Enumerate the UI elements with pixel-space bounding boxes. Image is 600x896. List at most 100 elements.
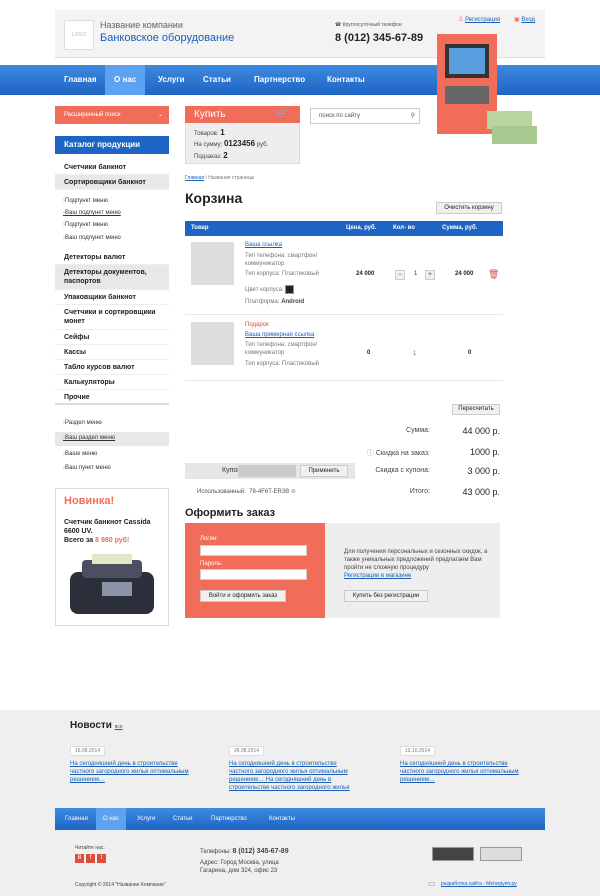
- recalculate-button[interactable]: Пересчитать: [452, 404, 500, 415]
- counter-badge[interactable]: [480, 847, 522, 861]
- submenu-item[interactable]: Ваш подпункт меню: [63, 210, 121, 216]
- catalog-item[interactable]: Табло курсов валют: [55, 360, 169, 375]
- catalog-item[interactable]: Детекторы документов, паспортов: [55, 265, 169, 290]
- side-menu-item[interactable]: Ваш раздел меню: [63, 435, 115, 441]
- order-discount-label: ⓘ Скидка на заказ:: [366, 450, 430, 457]
- search-icon[interactable]: ⚲: [411, 109, 415, 123]
- buy-button[interactable]: Купить 🛒: [185, 106, 300, 123]
- col-sum: Сумма, руб.: [442, 225, 478, 231]
- search-input[interactable]: поиск по сайту ⚲: [310, 108, 420, 124]
- product-body-type: Тип корпуса: Пластиковый: [245, 361, 320, 367]
- lock-icon: ▣: [514, 17, 520, 23]
- counter-badge[interactable]: [432, 847, 474, 861]
- logo[interactable]: LOGO: [64, 20, 94, 50]
- news-date: 16.08.2014: [70, 746, 106, 756]
- col-product: Товар: [191, 225, 209, 231]
- nav-articles[interactable]: Статьи: [194, 65, 240, 95]
- site-title: Банковское оборудование: [100, 32, 235, 44]
- login-label: Логин:: [200, 536, 218, 542]
- catalog-item[interactable]: Сейфы: [55, 330, 169, 345]
- breadcrumb-home[interactable]: Главная: [185, 175, 204, 181]
- side-menu-item[interactable]: Ваше меню: [63, 451, 97, 457]
- monitor-icon: ▭: [428, 879, 436, 888]
- login-link[interactable]: ▣ Вход: [514, 16, 535, 23]
- submenu-item[interactable]: Подпункт меню: [63, 222, 108, 228]
- nav-about[interactable]: О нас: [105, 65, 146, 95]
- nav-partnership[interactable]: Партнерство: [245, 65, 314, 95]
- total-sum-label: Сумма:: [406, 427, 430, 434]
- registration-link[interactable]: Регистрации в магазине: [344, 573, 411, 579]
- news-link[interactable]: На сегодняшний день в строительстве част…: [400, 760, 530, 784]
- cart-goods: Товаров: 1: [194, 128, 225, 137]
- catalog-item[interactable]: Прочие: [55, 390, 169, 405]
- read-us-label: Читайте нас:: [75, 845, 105, 851]
- login-input[interactable]: [200, 545, 307, 556]
- login-checkout-button[interactable]: Войти и оформить заказ: [200, 590, 286, 602]
- qty-decrease-button[interactable]: −: [395, 270, 405, 280]
- footer-nav-articles[interactable]: Статьи: [166, 808, 199, 830]
- submenu-item[interactable]: Ваш подпункт меню: [63, 235, 121, 241]
- side-menu-item[interactable]: Раздел меню: [63, 420, 102, 426]
- footer-nav-services[interactable]: Услуги: [130, 808, 162, 830]
- cart-sum: На сумму: 0123456 руб.: [194, 139, 269, 148]
- total-sum-value: 44 000 р.: [462, 426, 500, 436]
- banknote-counter-image: [70, 554, 154, 614]
- nav-home[interactable]: Главная: [55, 65, 106, 95]
- nav-contacts[interactable]: Контакты: [318, 65, 374, 95]
- register-link[interactable]: ♙ Регистрация: [458, 16, 500, 23]
- catalog-item[interactable]: Калькуляторы: [55, 375, 169, 390]
- row-divider: [185, 314, 503, 315]
- used-coupon: Использованный: 78-4F6T-ER3B ⊗: [197, 489, 296, 495]
- footer-nav-about[interactable]: О нас: [96, 808, 126, 830]
- product-image[interactable]: [191, 242, 234, 285]
- submenu-item[interactable]: Подпункт меню: [63, 198, 108, 204]
- product-platform: Платформа: Android: [245, 299, 305, 305]
- qty-value[interactable]: 1: [414, 271, 417, 277]
- trash-icon[interactable]: 🗑: [488, 269, 499, 280]
- news-link[interactable]: На сегодняшний день в строительстве част…: [229, 760, 359, 792]
- product-link[interactable]: Ваша примерная ссылка: [245, 332, 314, 338]
- news-link[interactable]: На сегодняшний день в строительстве част…: [70, 760, 200, 784]
- news-title: Новости все: [70, 720, 123, 731]
- help-icon[interactable]: ⓘ: [367, 450, 374, 457]
- news-all-link[interactable]: все: [115, 724, 123, 730]
- product-body-type: Тип корпуса: Пластиковый: [245, 271, 320, 277]
- news-date: 26.08.2014: [229, 746, 265, 756]
- footer-nav-home[interactable]: Главная: [58, 808, 95, 830]
- password-input[interactable]: [200, 569, 307, 580]
- color-swatch[interactable]: [285, 285, 295, 294]
- twitter-icon[interactable]: t: [97, 854, 106, 863]
- footer-phones: Телефоны: 8 (012) 345-67-89: [200, 848, 289, 855]
- checkout-title: Оформить заказ: [185, 507, 276, 519]
- catalog-item[interactable]: Счетчики банкнот: [55, 160, 169, 175]
- catalog-item[interactable]: Сортировщики банкнот: [55, 175, 169, 190]
- row-price: 24 000: [356, 271, 375, 277]
- catalog-item[interactable]: Упаковщики банкнот: [55, 290, 169, 305]
- phone-label: ☎ Круглосуточный телефон:: [335, 22, 403, 28]
- product-link[interactable]: Ваша ссылка: [245, 242, 282, 248]
- qty-increase-button[interactable]: +: [425, 270, 435, 280]
- buy-without-registration-button[interactable]: Купить без регистрации: [344, 590, 428, 602]
- catalog-item[interactable]: Детекторы валют: [55, 250, 169, 265]
- catalog-item[interactable]: Счетчики и сортировщики монет: [55, 305, 169, 330]
- breadcrumb: Главная \ Название страницы: [185, 175, 255, 181]
- remove-icon[interactable]: ⊗: [291, 489, 296, 495]
- apply-coupon-button[interactable]: Применить: [300, 465, 348, 477]
- grand-total-value: 43 000 р.: [462, 487, 500, 497]
- company-name: Название компании: [100, 20, 183, 30]
- social-b-icon[interactable]: B: [75, 854, 84, 863]
- nav-services[interactable]: Услуги: [149, 65, 194, 95]
- side-menu-item[interactable]: Ваш пункт меню: [63, 465, 111, 471]
- user-icon: ♙: [458, 17, 464, 23]
- coupon-input[interactable]: [238, 465, 296, 477]
- catalog-item[interactable]: Кассы: [55, 345, 169, 360]
- qty-value: 1: [413, 351, 417, 357]
- footer-nav-partnership[interactable]: Партнерство: [204, 808, 254, 830]
- clear-cart-button[interactable]: Очистить корзину: [436, 202, 502, 214]
- footer-nav-contacts[interactable]: Контакты: [262, 808, 302, 830]
- row-price: 0: [367, 350, 371, 356]
- product-image[interactable]: [191, 322, 234, 365]
- advanced-search-button[interactable]: Расширенный поиск ⌄: [55, 106, 169, 124]
- facebook-icon[interactable]: f: [86, 854, 95, 863]
- developer-link[interactable]: разработка сайта - Мегагрупп.ру: [441, 881, 517, 887]
